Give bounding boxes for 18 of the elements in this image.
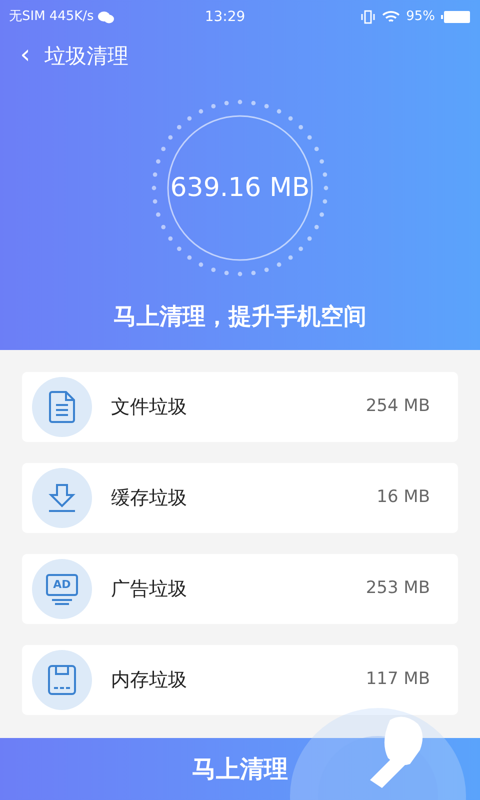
clock-time: 13:29 [204, 8, 246, 26]
carrier-text: 无SIM [9, 8, 46, 26]
category-label: 内存垃圾 [111, 668, 187, 693]
category-label: 广告垃圾 [111, 576, 187, 602]
battery-percent: 95% [406, 8, 435, 26]
category-size: 254 MB [366, 395, 430, 418]
slogan-text: 马上清理，提升手机空间 [112, 303, 368, 332]
category-size: 16 MB [376, 486, 430, 510]
category-label: 文件垃圾 [111, 394, 187, 420]
network-speed: 445K/s [49, 8, 94, 26]
junk-category-row[interactable]: 文件垃圾 254 MB [22, 372, 458, 442]
junk-category-row[interactable]: 缓存垃圾 16 MB [22, 463, 458, 533]
junk-category-row[interactable]: AD 广告垃圾 253 MB [22, 554, 458, 624]
category-label: 缓存垃圾 [111, 486, 187, 511]
junk-size: 639.16 MB [170, 172, 310, 204]
category-size: 117 MB [366, 668, 430, 692]
category-size: 253 MB [366, 577, 430, 600]
page-title: 垃圾清理 [44, 43, 128, 70]
